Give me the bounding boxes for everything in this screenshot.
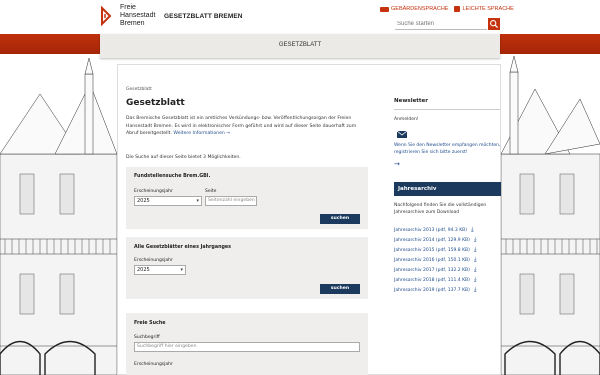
language-links: GEBÄRDENSPRACHE LEICHTE SPRACHE [380, 6, 514, 12]
archive-heading: Jahresarchiv [394, 182, 501, 196]
search-term-input[interactable]: Suchbegriff hier eingeben [134, 342, 360, 352]
easy-language-link[interactable]: LEICHTE SPRACHE [454, 6, 514, 12]
divider [394, 109, 500, 110]
download-icon: ⤓ [473, 256, 477, 263]
nav-item-gesetzblatt[interactable]: GESETZBLATT [100, 42, 500, 48]
year-select-value: 2025 [137, 267, 150, 273]
download-icon: ⤓ [473, 286, 477, 293]
search-options-text: Die Suche auf dieser Seite bietet 3 Mögl… [126, 155, 241, 160]
year-select[interactable]: 2025 ▾ [134, 265, 186, 275]
chevron-down-icon: ▾ [196, 198, 199, 204]
newsletter-login-text: Anmelden! [394, 117, 419, 122]
jahrgang-search-button[interactable]: suchen [320, 284, 360, 294]
page-number-placeholder: Seitenzahl eingeben [208, 198, 255, 203]
more-info-label: Weitere Informationen [173, 131, 225, 136]
archive-link-label: Jahresarchiv 2015 (pdf, 159.8 KB) [394, 247, 470, 253]
freie-suche-panel: Freie Suche Suchbegriff Suchbegriff hier… [126, 313, 368, 375]
site-title[interactable]: GESETZBLATT BREMEN [164, 13, 243, 20]
panel-title: Alle Gesetzblätter eines Jahrganges [134, 245, 232, 250]
fundstelle-search-button[interactable]: suchen [320, 214, 360, 224]
archive-link-label: Jahresarchiv 2013 (pdf, 94.3 KB) [394, 227, 468, 233]
search-term-placeholder: Suchbegriff hier eingeben [137, 344, 197, 349]
logo-line: Bremen [120, 20, 145, 27]
archive-description: Nachfolgend finden Sie die vollständigen… [394, 203, 487, 215]
logo-line: Freie [120, 4, 136, 11]
archive-link-label: Jahresarchiv 2019 (pdf, 137.7 KB) [394, 287, 470, 293]
year-label: Erscheinungsjahr [134, 362, 173, 367]
arrow-right-icon[interactable]: → [394, 160, 400, 168]
panel-title: Fundstellensuche Brem.GBl. [134, 174, 211, 179]
download-icon: ⤓ [473, 236, 477, 243]
easy-language-book-icon [454, 6, 461, 12]
year-label: Erscheinungsjahr [134, 258, 173, 263]
sign-language-label: GEBÄRDENSPRACHE [391, 6, 449, 12]
download-icon: ⤓ [473, 246, 477, 253]
download-icon: ⤓ [471, 226, 474, 233]
newsletter-heading: Newsletter [394, 98, 429, 104]
year-label: Erscheinungsjahr [134, 189, 173, 194]
newsletter-register-link[interactable]: Wenn Sie den Newsletter empfangen möchte… [394, 142, 504, 156]
jahrgang-panel: Alle Gesetzblätter eines Jahrganges Ersc… [126, 237, 368, 299]
intro-body: Das Bremische Gesetzblatt ist ein amtlic… [126, 116, 357, 136]
year-select[interactable]: 2025 ▾ [134, 196, 202, 206]
magnifier-icon [490, 20, 499, 29]
main-content: Gesetzblatt Gesetzblatt Das Bremische Ge… [117, 64, 501, 375]
page-title: Gesetzblatt [126, 98, 185, 108]
archive-link-2013[interactable]: Jahresarchiv 2013 (pdf, 94.3 KB) ⤓ [394, 226, 474, 234]
archive-link-2018[interactable]: Jahresarchiv 2018 (pdf, 111.4 KB) ⤓ [394, 276, 477, 284]
archive-link-2019[interactable]: Jahresarchiv 2019 (pdf, 137.7 KB) ⤓ [394, 286, 477, 294]
sign-language-link[interactable]: GEBÄRDENSPRACHE [380, 6, 448, 12]
download-icon: ⤓ [473, 276, 477, 283]
breadcrumb[interactable]: Gesetzblatt [126, 87, 152, 92]
easy-language-label: LEICHTE SPRACHE [462, 6, 514, 12]
archive-link-2015[interactable]: Jahresarchiv 2015 (pdf, 159.8 KB) ⤓ [394, 246, 477, 254]
archive-link-label: Jahresarchiv 2016 (pdf, 150.1 KB) [394, 257, 470, 263]
archive-link-2016[interactable]: Jahresarchiv 2016 (pdf, 150.1 KB) ⤓ [394, 256, 477, 264]
page-label: Seite [205, 189, 217, 194]
archive-link-label: Jahresarchiv 2018 (pdf, 111.4 KB) [394, 277, 470, 283]
search-term-label: Suchbegriff [134, 335, 160, 340]
main-navigation: GESETZBLATT [100, 34, 500, 58]
envelope-icon[interactable] [397, 131, 407, 138]
search-input[interactable] [395, 18, 487, 30]
intro-text: Das Bremische Gesetzblatt ist ein amtlic… [126, 115, 366, 138]
download-icon: ⤓ [473, 266, 477, 273]
bremen-logo-icon[interactable] [100, 4, 120, 28]
sign-language-icon [380, 6, 389, 12]
archive-link-2014[interactable]: Jahresarchiv 2014 (pdf, 129.9 KB) ⤓ [394, 236, 477, 244]
fundstellensuche-panel: Fundstellensuche Brem.GBl. Erscheinungsj… [126, 167, 368, 229]
site-header: Freie Hansestadt Bremen GESETZBLATT BREM… [0, 0, 600, 34]
search-button[interactable] [488, 18, 500, 30]
panel-title: Freie Suche [134, 321, 166, 326]
year-select-value: 2025 [137, 198, 150, 204]
more-info-link[interactable]: Weitere Informationen → [173, 131, 230, 136]
logo-line: Hansestadt [120, 12, 156, 19]
arrow-right-icon: → [226, 131, 231, 136]
page-number-input[interactable]: Seitenzahl eingeben [205, 196, 257, 206]
archive-link-label: Jahresarchiv 2014 (pdf, 129.9 KB) [394, 237, 470, 243]
archive-link-2017[interactable]: Jahresarchiv 2017 (pdf, 132.2 KB) ⤓ [394, 266, 477, 274]
archive-link-label: Jahresarchiv 2017 (pdf, 132.2 KB) [394, 267, 470, 273]
chevron-down-icon: ▾ [180, 267, 183, 273]
logo-text[interactable]: Freie Hansestadt Bremen [120, 4, 155, 28]
